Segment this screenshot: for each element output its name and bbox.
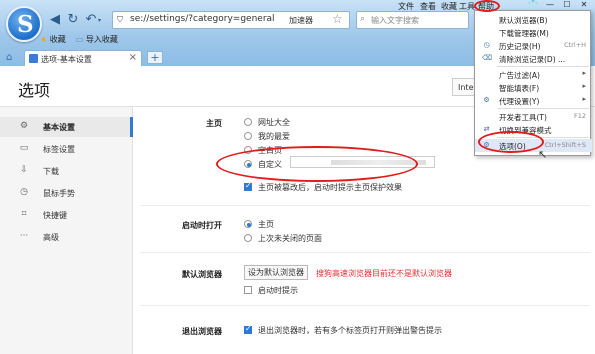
homepage-radio-favorites[interactable] — [244, 132, 252, 140]
homepage-protect-checkbox[interactable] — [244, 181, 252, 191]
favorites-bar: ★ 收藏 ▭ 导入收藏 — [40, 34, 118, 48]
favorite-item[interactable]: ▭ 导入收藏 — [76, 34, 118, 48]
startup-radio-home[interactable] — [244, 220, 252, 228]
refresh-icon[interactable]: ↻ — [66, 12, 80, 28]
homepage-option-custom: 自定义 — [258, 160, 282, 169]
address-text: se://settings/?category=general — [130, 14, 275, 24]
homepage-option-blank: 空白页 — [258, 146, 282, 155]
new-tab-button[interactable]: + — [147, 51, 163, 64]
sidebar-item-download[interactable]: ⇩ 下载 — [0, 161, 133, 181]
menu-item-autofill[interactable]: 智能填表(F) ▸ — [475, 81, 592, 94]
blurred-url — [331, 160, 426, 165]
default-browser-label: 默认浏览器 — [182, 270, 222, 279]
startup-option-home: 主页 — [258, 220, 274, 229]
logo-letter: S — [17, 11, 34, 38]
section-divider — [140, 252, 590, 253]
folder-icon: ▭ — [75, 35, 84, 44]
menu-item-proxy[interactable]: ⚙ 代理设置(Y) ▸ — [475, 94, 592, 107]
section-divider — [140, 205, 590, 206]
menu-view[interactable]: 查看 — [420, 1, 436, 12]
page-title: 选项 — [18, 81, 51, 100]
menu-favorites[interactable]: 收藏 — [441, 1, 457, 12]
menu-item-devtools[interactable]: 开发者工具(T) F12 — [475, 110, 592, 123]
custom-homepage-input[interactable] — [290, 156, 435, 168]
menu-item-download-manager[interactable]: 下载管理器(M) — [475, 26, 592, 39]
shield-icon: ⛉ — [117, 15, 123, 24]
startup-option-last-pages: 上次未关闭的页面 — [258, 234, 322, 243]
set-default-browser-button[interactable]: 设为默认浏览器 — [244, 265, 308, 280]
sidebar-item-advanced[interactable]: ··· 高级 — [0, 227, 133, 247]
favorite-item[interactable]: ★ 收藏 — [40, 34, 66, 48]
tab-close-icon[interactable]: × — [129, 52, 137, 63]
default-browser-warning: 搜狗高速浏览器目前还不是默认浏览器 — [316, 269, 452, 278]
tools-menu: 默认浏览器(B) 下载管理器(M) ◷ 历史记录(H) Ctrl+H ⌫ 清除浏… — [474, 10, 592, 156]
hotkey-icon: ⌗ — [21, 209, 27, 219]
homepage-option-favorites: 我的最爱 — [258, 132, 290, 141]
tab-icon: ▭ — [19, 143, 29, 153]
menu-tools[interactable]: 工具 — [459, 1, 475, 12]
broom-icon: ⌫ — [482, 54, 492, 62]
menu-item-options[interactable]: ⚙ 选项(O) Ctrl+Shift+S — [475, 139, 592, 152]
back-icon[interactable]: ◀ — [48, 12, 62, 28]
switch-icon: ⇄ — [483, 125, 490, 133]
more-icon: ··· — [19, 231, 29, 241]
submenu-arrow-icon: ▸ — [582, 69, 586, 77]
mouse-icon: ◷ — [20, 187, 28, 197]
menu-file[interactable]: 文件 — [398, 1, 414, 12]
gear-icon: ⚙ — [19, 121, 29, 131]
search-box[interactable]: ⌕ 输入文字搜索 — [356, 11, 469, 29]
sidebar-item-hotkey[interactable]: ⌗ 快捷键 — [0, 205, 133, 225]
startup-tip-label: 启动时提示 — [258, 286, 298, 295]
sidebar-item-basic[interactable]: ⚙ 基本设置 — [0, 117, 133, 137]
settings-sidebar: ⚙ 基本设置 ▭ 标签设置 ⇩ 下载 ◷ 鼠标手势 ⌗ 快捷键 ··· 高级 — [0, 107, 133, 354]
homepage-radio-blank[interactable] — [244, 146, 252, 154]
startup-radio-last-pages[interactable] — [244, 234, 252, 242]
menu-separator — [497, 66, 589, 67]
undo-icon[interactable]: ↶ — [84, 12, 98, 28]
tab-settings[interactable]: 选项-基本设置 × — [24, 50, 142, 66]
accelerator-button[interactable]: 加速器 — [289, 15, 313, 26]
clock-icon: ◷ — [483, 41, 490, 49]
exit-warning-checkbox[interactable] — [244, 324, 252, 334]
submenu-arrow-icon: ▸ — [582, 82, 586, 90]
menu-item-default-browser[interactable]: 默认浏览器(B) — [475, 13, 592, 26]
bookmark-star-icon[interactable]: ☆ — [332, 12, 343, 26]
sidebar-item-tabs[interactable]: ▭ 标签设置 — [0, 139, 133, 159]
address-bar[interactable]: ⛉ se://settings/?category=general 加速器 ☆ — [112, 11, 350, 29]
star-icon: ★ — [40, 35, 48, 44]
menu-item-compat-mode[interactable]: ⇄ 切换到兼容模式 — [475, 123, 592, 136]
homepage-protect-label: 主页被篡改后，启动时提示主页保护效果 — [258, 183, 402, 192]
page-icon — [29, 54, 38, 63]
homepage-option-sites: 网址大全 — [258, 118, 290, 127]
download-icon: ⇩ — [20, 165, 28, 175]
search-placeholder: 输入文字搜索 — [371, 16, 419, 25]
homepage-radio-sites[interactable] — [244, 118, 252, 126]
menu-item-ad-filter[interactable]: 广告过滤(A) ▸ — [475, 68, 592, 81]
exit-browser-label: 退出浏览器 — [182, 327, 222, 336]
menu-separator — [497, 137, 589, 138]
sidebar-item-mouse-gesture[interactable]: ◷ 鼠标手势 — [0, 183, 133, 203]
menu-item-history[interactable]: ◷ 历史记录(H) Ctrl+H — [475, 39, 592, 52]
options-icon: ⚙ — [483, 141, 490, 149]
homepage-label: 主页 — [206, 119, 222, 128]
section-divider — [140, 305, 590, 306]
tab-label: 选项-基本设置 — [41, 55, 92, 64]
submenu-arrow-icon: ▸ — [582, 95, 586, 103]
exit-warning-label: 退出浏览器时，若有多个标签页打开则弹出警告提示 — [258, 326, 442, 335]
search-icon: ⌕ — [360, 14, 366, 24]
homepage-radio-custom[interactable] — [244, 160, 252, 168]
proxy-icon: ⚙ — [483, 96, 490, 104]
mouse-cursor-icon: ↖ — [538, 148, 548, 161]
home-icon[interactable]: ⌂ — [6, 52, 18, 64]
menu-item-clear-history[interactable]: ⌫ 清除浏览记录(D) ... — [475, 52, 592, 65]
undo-dropdown-icon[interactable]: ▾ — [98, 17, 101, 24]
sogou-logo[interactable]: S — [6, 6, 42, 42]
startup-label: 启动时打开 — [182, 221, 222, 230]
startup-tip-checkbox[interactable] — [244, 286, 252, 294]
menu-separator — [497, 108, 589, 109]
